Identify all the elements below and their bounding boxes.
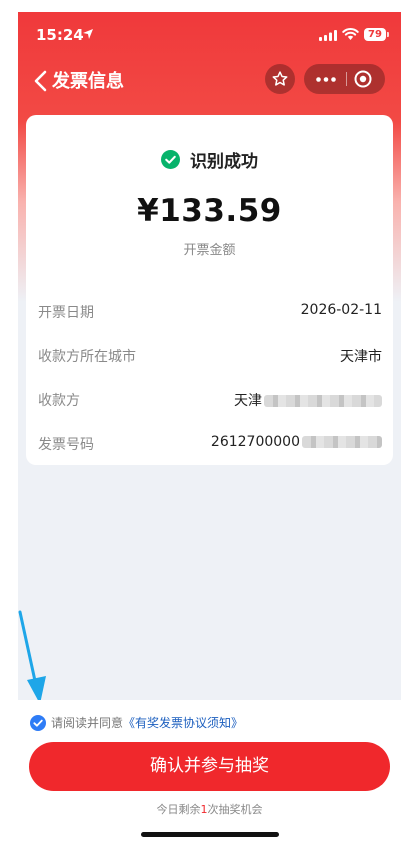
field-row-issue-date: 开票日期 2026-02-11 bbox=[38, 302, 382, 322]
status-time: 15:24 bbox=[36, 26, 84, 44]
field-label: 开票日期 bbox=[38, 305, 94, 321]
remaining-prefix: 今日剩余 bbox=[156, 803, 201, 816]
remaining-chances: 今日剩余1次抽奖机会 bbox=[18, 801, 401, 817]
mini-program-capsule bbox=[304, 64, 385, 94]
field-label: 发票号码 bbox=[38, 437, 94, 453]
recognition-status: 识别成功 bbox=[26, 147, 393, 172]
page-title: 发票信息 bbox=[52, 71, 124, 92]
agreement-link[interactable]: 《有奖发票协议须知》 bbox=[123, 716, 243, 730]
close-target-icon[interactable] bbox=[354, 70, 372, 88]
more-dots-icon[interactable] bbox=[316, 77, 336, 82]
field-row-payee-city: 收款方所在城市 天津市 bbox=[38, 346, 382, 366]
favorite-button[interactable] bbox=[265, 64, 295, 94]
redacted-text bbox=[302, 436, 382, 448]
field-value: 天津市 bbox=[340, 349, 382, 365]
location-arrow-icon bbox=[83, 29, 93, 39]
redacted-text bbox=[264, 395, 382, 407]
bottom-action-panel: 请阅读并同意《有奖发票协议须知》 确认并参与抽奖 今日剩余1次抽奖机会 bbox=[18, 700, 401, 845]
field-row-payee: 收款方 天津 bbox=[38, 390, 382, 410]
status-bar: 15:24 79 bbox=[18, 12, 401, 58]
remaining-count: 1 bbox=[200, 803, 208, 816]
home-indicator[interactable] bbox=[141, 832, 279, 837]
field-label: 收款方 bbox=[38, 393, 80, 409]
battery-indicator: 79 bbox=[364, 28, 386, 41]
battery-tip bbox=[387, 32, 389, 37]
wifi-icon bbox=[342, 28, 359, 40]
back-chevron-icon[interactable] bbox=[32, 69, 50, 93]
star-icon bbox=[272, 71, 288, 86]
field-value: 2026-02-11 bbox=[300, 302, 382, 318]
field-value: 天津 bbox=[234, 393, 262, 409]
invoice-amount-label: 开票金额 bbox=[183, 243, 236, 258]
capsule-divider bbox=[346, 72, 347, 86]
success-check-icon bbox=[161, 150, 180, 169]
field-value-wrapper: 天津 bbox=[234, 390, 382, 410]
field-value-wrapper: 2612700000 bbox=[211, 434, 382, 450]
cellular-signal-icon bbox=[319, 30, 337, 41]
pointer-arrow-icon bbox=[18, 610, 46, 704]
battery-level: 79 bbox=[368, 29, 382, 40]
field-value: 2612700000 bbox=[210, 434, 300, 450]
invoice-card: 识别成功 ¥133.59 开票金额 开票日期 2026-02-11 收款方所在城… bbox=[26, 115, 393, 465]
app-screen: 15:24 79 发票信息 识别成功 ¥133.59 开票金额 开票日期 202… bbox=[18, 12, 401, 845]
field-row-invoice-number: 发票号码 2612700000 bbox=[38, 434, 382, 454]
remaining-suffix: 次抽奖机会 bbox=[207, 803, 263, 816]
confirm-lottery-button[interactable]: 确认并参与抽奖 bbox=[29, 742, 390, 791]
invoice-amount: ¥133.59 bbox=[137, 193, 282, 229]
recognition-status-text: 识别成功 bbox=[190, 152, 258, 172]
field-label: 收款方所在城市 bbox=[38, 349, 136, 365]
agreement-checkbox[interactable] bbox=[30, 714, 46, 731]
agreement-prefix: 请阅读并同意 bbox=[51, 716, 124, 730]
agreement-row: 请阅读并同意《有奖发票协议须知》 bbox=[30, 714, 243, 731]
